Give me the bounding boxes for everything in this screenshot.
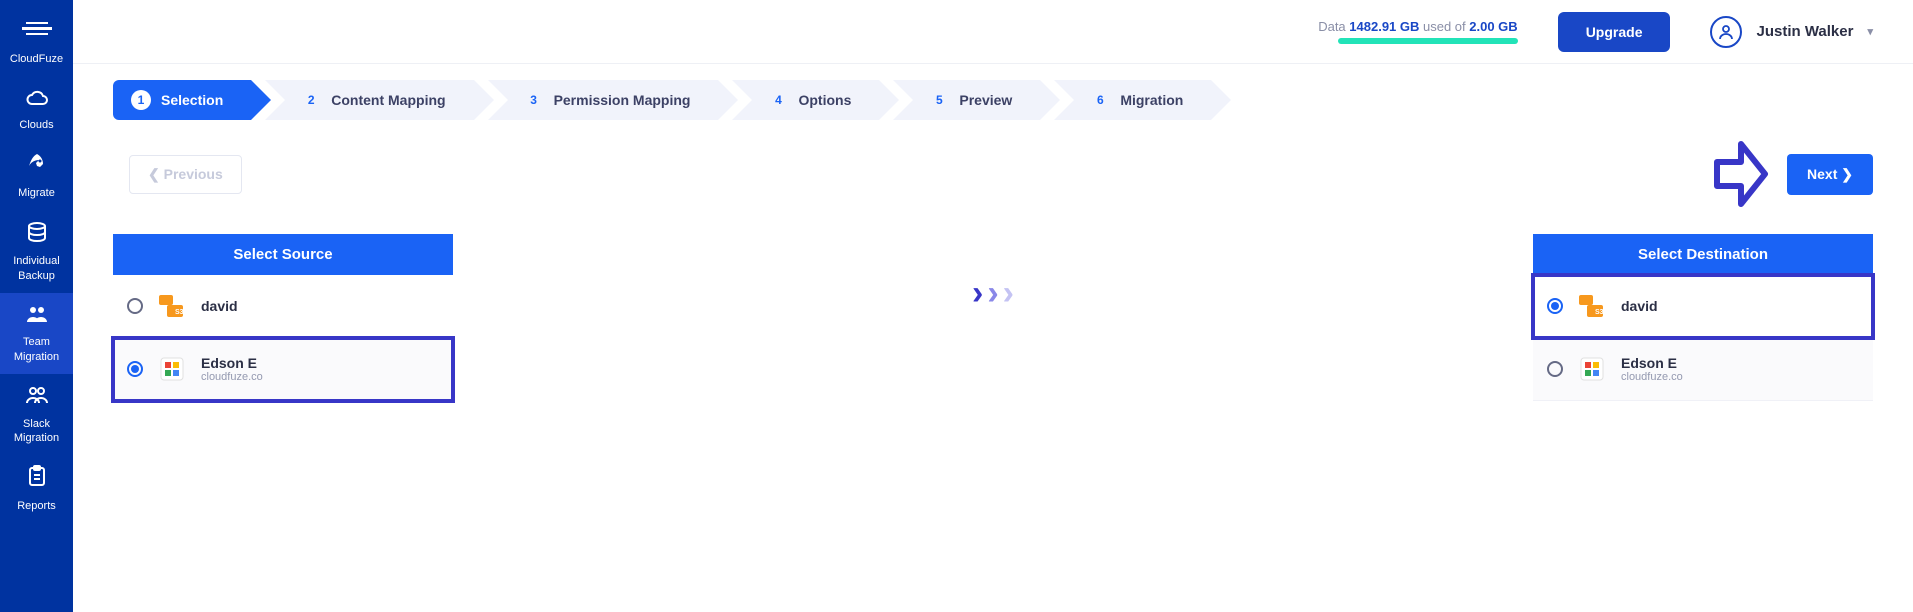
callout-arrow-icon [1713,138,1769,210]
step-number: 3 [524,90,544,110]
step-number: 5 [929,90,949,110]
radio-unchecked[interactable] [127,298,143,314]
aws-s3-icon: S3 [157,291,187,321]
chevron-right-icon: › [1003,274,1014,313]
destination-panel-header: Select Destination [1533,234,1873,275]
data-usage-bar [1338,38,1518,44]
chevron-left-icon: ❮ [148,166,164,182]
step-preview[interactable]: 5 Preview [893,80,1040,120]
step-content-mapping[interactable]: 2 Content Mapping [265,80,473,120]
source-item-david[interactable]: S3 david [113,275,453,338]
source-list: S3 david Edson E cloudfuze.co [113,275,453,401]
next-label: Next [1807,166,1837,182]
step-number: 6 [1090,90,1110,110]
nav-row: ❮ Previous Next ❯ [113,138,1873,210]
chevron-right-icon: ❯ [1841,166,1853,182]
upgrade-button[interactable]: Upgrade [1558,12,1671,52]
brand-logo-icon [22,18,52,48]
wizard-stepper: 1 Selection 2 Content Mapping 3 Permissi… [113,80,1873,120]
destination-panel: Select Destination S3 david [1533,234,1873,401]
item-name: Edson E [1621,355,1683,371]
selection-panels: Select Source S3 david [113,234,1873,401]
sidebar-label: Migrate [18,186,55,200]
source-panel: Select Source S3 david [113,234,453,401]
google-workspace-icon [1577,354,1607,384]
step-migration[interactable]: 6 Migration [1054,80,1211,120]
database-icon [26,221,48,251]
radio-checked[interactable] [1547,298,1563,314]
sidebar-item-brand[interactable]: CloudFuze [0,8,73,76]
step-number: 2 [301,90,321,110]
direction-indicator: › › › [453,234,1533,313]
team-icon [25,303,49,332]
step-label: Content Mapping [331,92,445,108]
slack-team-icon [25,384,49,413]
item-name: Edson E [201,355,263,371]
svg-text:S3: S3 [1595,309,1604,316]
sidebar-label: CloudFuze [10,52,63,66]
data-mid: used of [1419,19,1469,34]
radio-checked[interactable] [127,361,143,377]
step-options[interactable]: 4 Options [732,80,879,120]
step-label: Migration [1120,92,1183,108]
cloud-icon [25,86,49,115]
sidebar-item-clouds[interactable]: Clouds [0,76,73,143]
user-avatar-icon [1710,16,1742,48]
previous-label: Previous [164,166,223,182]
sidebar-item-reports[interactable]: Reports [0,455,73,523]
source-panel-header: Select Source [113,234,453,275]
sidebar-label: Individual Backup [2,254,71,283]
user-menu[interactable]: Justin Walker ▾ [1710,16,1873,48]
topbar: Data 1482.91 GB used of 2.00 GB Upgrade … [73,0,1913,64]
svg-text:S3: S3 [175,309,184,316]
content: 1 Selection 2 Content Mapping 3 Permissi… [73,64,1913,612]
step-label: Permission Mapping [554,92,691,108]
main-area: Data 1482.91 GB used of 2.00 GB Upgrade … [73,0,1913,612]
step-permission-mapping[interactable]: 3 Permission Mapping [488,80,719,120]
step-label: Preview [959,92,1012,108]
step-label: Selection [161,92,223,108]
rocket-icon [26,153,48,183]
sidebar-label: Slack Migration [2,417,71,446]
step-label: Options [798,92,851,108]
radio-unchecked[interactable] [1547,361,1563,377]
destination-item-edson[interactable]: Edson E cloudfuze.co [1533,338,1873,401]
item-sub: cloudfuze.co [201,371,263,383]
sidebar-item-team-migration[interactable]: Team Migration [0,293,73,374]
sidebar: CloudFuze Clouds Migrate Individual Back… [0,0,73,612]
chevron-down-icon: ▾ [1867,25,1873,38]
destination-item-david[interactable]: S3 david [1533,275,1873,338]
destination-list: S3 david Edson E cloudfuze.co [1533,275,1873,401]
user-name: Justin Walker [1756,23,1853,40]
item-name: david [201,298,238,314]
item-name: david [1621,298,1658,314]
sidebar-item-individual-backup[interactable]: Individual Backup [0,211,73,293]
item-sub: cloudfuze.co [1621,371,1683,383]
previous-button[interactable]: ❮ Previous [129,155,242,194]
source-item-edson[interactable]: Edson E cloudfuze.co [113,338,453,401]
step-number: 4 [768,90,788,110]
clipboard-icon [27,465,47,495]
data-total-value: 2.00 GB [1469,19,1517,34]
sidebar-item-slack-migration[interactable]: Slack Migration [0,374,73,455]
next-button[interactable]: Next ❯ [1787,154,1873,195]
step-number: 1 [131,90,151,110]
sidebar-label: Reports [17,499,56,513]
sidebar-label: Team Migration [2,335,71,364]
chevron-right-icon: › [972,274,983,313]
aws-s3-icon: S3 [1577,291,1607,321]
data-prefix: Data [1318,19,1349,34]
step-selection[interactable]: 1 Selection [113,80,251,120]
google-workspace-icon [157,354,187,384]
sidebar-item-migrate[interactable]: Migrate [0,143,73,211]
chevron-right-icon: › [987,274,998,313]
data-used-value: 1482.91 GB [1349,19,1419,34]
sidebar-label: Clouds [19,118,53,132]
data-usage: Data 1482.91 GB used of 2.00 GB [1318,19,1517,44]
